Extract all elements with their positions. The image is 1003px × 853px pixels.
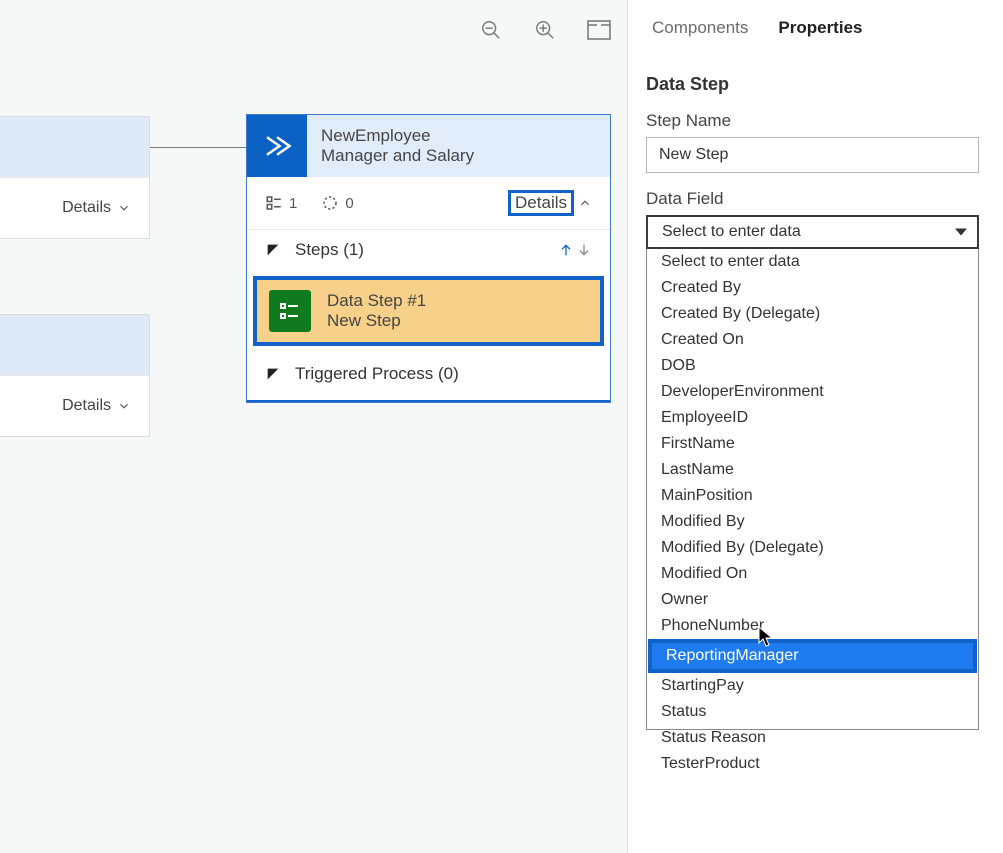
zoom-out-button[interactable] bbox=[479, 18, 503, 42]
step-name-label: Step Name bbox=[646, 111, 979, 131]
data-field-select[interactable]: Select to enter data bbox=[646, 215, 979, 249]
step-title: Data Step #1 bbox=[327, 291, 426, 311]
chevron-up-icon bbox=[578, 196, 592, 210]
arrow-down-icon bbox=[576, 241, 592, 259]
stage-title-line2: Manager and Salary bbox=[321, 146, 474, 166]
step-row-selected[interactable]: Data Step #1 New Step bbox=[253, 276, 604, 346]
details-toggle[interactable]: Details bbox=[508, 190, 592, 216]
tab-components[interactable]: Components bbox=[652, 18, 748, 38]
dropdown-option[interactable]: Status Reason bbox=[647, 725, 978, 751]
dropdown-option[interactable]: FirstName bbox=[647, 431, 978, 457]
stage-card-prev-2[interactable]: Details bbox=[0, 314, 150, 437]
process-canvas[interactable]: Details Details NewEmployee bbox=[0, 0, 628, 853]
dropdown-option[interactable]: Owner bbox=[647, 587, 978, 613]
step-name-input[interactable] bbox=[646, 137, 979, 173]
stage-card-prev-1[interactable]: Details bbox=[0, 116, 150, 239]
collapse-triangle-icon[interactable] bbox=[265, 242, 281, 258]
details-toggle[interactable]: Details bbox=[62, 397, 111, 415]
flow-icon bbox=[321, 194, 339, 212]
panel-heading: Data Step bbox=[646, 74, 979, 95]
chevron-down-icon bbox=[117, 399, 131, 413]
dropdown-option[interactable]: LastName bbox=[647, 457, 978, 483]
dropdown-option[interactable]: Created On bbox=[647, 327, 978, 353]
zoom-in-button[interactable] bbox=[533, 18, 557, 42]
stage-card-header bbox=[0, 117, 149, 177]
properties-panel: Components Properties Data Step Step Nam… bbox=[628, 0, 1003, 853]
stage-card-header: NewEmployee Manager and Salary bbox=[247, 115, 610, 177]
stage-title-line1: NewEmployee bbox=[321, 126, 474, 146]
dropdown-option[interactable]: PhoneNumber bbox=[647, 613, 978, 639]
zoom-in-icon bbox=[534, 19, 556, 41]
data-step-icon bbox=[269, 290, 311, 332]
dropdown-option[interactable]: ReportingManager bbox=[652, 643, 973, 669]
dropdown-option[interactable]: Modified By bbox=[647, 509, 978, 535]
data-field-label: Data Field bbox=[646, 189, 979, 209]
stage-card-header bbox=[0, 315, 149, 375]
arrow-up-icon bbox=[558, 241, 574, 259]
chevron-down-icon bbox=[117, 201, 131, 215]
dropdown-option[interactable]: Select to enter data bbox=[647, 249, 978, 275]
steps-header: Steps (1) bbox=[295, 240, 364, 260]
details-label-highlight: Details bbox=[508, 190, 574, 216]
dropdown-option[interactable]: Modified By (Delegate) bbox=[647, 535, 978, 561]
step-subtitle: New Step bbox=[327, 311, 426, 331]
dropdown-option[interactable]: DeveloperEnvironment bbox=[647, 379, 978, 405]
stage-icon bbox=[247, 115, 307, 177]
form-icon bbox=[265, 194, 283, 212]
dropdown-option[interactable]: StartingPay bbox=[647, 673, 978, 699]
zoom-out-icon bbox=[480, 19, 502, 41]
fit-screen-button[interactable] bbox=[587, 18, 611, 42]
tab-properties[interactable]: Properties bbox=[778, 18, 862, 38]
stage-card-main[interactable]: NewEmployee Manager and Salary 1 bbox=[246, 114, 611, 403]
dropdown-option[interactable]: EmployeeID bbox=[647, 405, 978, 431]
flow-count: 0 bbox=[321, 194, 353, 212]
triggered-process-header: Triggered Process (0) bbox=[295, 364, 459, 384]
details-toggle[interactable]: Details bbox=[62, 199, 111, 217]
forms-count: 1 bbox=[265, 194, 297, 212]
stage-chevron-icon bbox=[262, 131, 292, 161]
data-field-select-value: Select to enter data bbox=[662, 223, 801, 240]
dropdown-option[interactable]: MainPosition bbox=[647, 483, 978, 509]
dropdown-option[interactable]: Status bbox=[647, 699, 978, 725]
dropdown-option[interactable]: DOB bbox=[647, 353, 978, 379]
dropdown-option[interactable]: Created By (Delegate) bbox=[647, 301, 978, 327]
collapse-triangle-icon[interactable] bbox=[265, 366, 281, 382]
reorder-arrows[interactable] bbox=[558, 241, 592, 259]
connector-line bbox=[150, 147, 246, 148]
dropdown-option[interactable]: TesterProduct bbox=[647, 751, 978, 777]
fit-screen-icon bbox=[587, 20, 611, 40]
dropdown-option[interactable]: Modified On bbox=[647, 561, 978, 587]
dropdown-option[interactable]: Created By bbox=[647, 275, 978, 301]
data-field-dropdown[interactable]: Select to enter dataCreated ByCreated By… bbox=[646, 249, 979, 730]
